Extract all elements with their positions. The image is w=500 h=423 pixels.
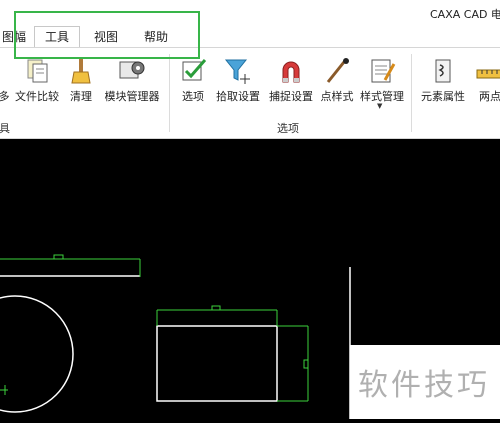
- module-manager-icon: [119, 61, 145, 79]
- ribbon-panel: 多 文件比较 清理 模块管理器 选项 拾取设置 捕捉设置 点样式 样式管理 ▼ …: [0, 47, 500, 139]
- group-separator: [169, 54, 170, 132]
- tool-label: 清理: [70, 90, 92, 103]
- module-manager-button[interactable]: 模块管理器: [100, 52, 164, 112]
- title-bar: CAXA CAD 电: [0, 0, 500, 24]
- snap-settings-button[interactable]: 捕捉设置: [265, 52, 317, 112]
- watermark-text: 软件技巧: [358, 368, 490, 403]
- tab-help[interactable]: 帮助: [134, 27, 178, 47]
- point-style-icon: [326, 58, 349, 83]
- group-separator: [411, 54, 412, 132]
- tool-icon: [0, 52, 12, 86]
- options-check-icon: [182, 59, 207, 81]
- style-manager-icon: [371, 59, 396, 83]
- element-property-button[interactable]: 元素属性: [416, 52, 470, 112]
- tab-view[interactable]: 视图: [84, 27, 128, 47]
- tool-label: 拾取设置: [216, 90, 260, 103]
- tool-label: 点样式: [320, 90, 354, 103]
- pick-settings-button[interactable]: 拾取设置: [212, 52, 264, 112]
- options-group-label: 选项: [277, 122, 299, 135]
- tab-sheet[interactable]: 图幅: [0, 27, 36, 47]
- file-compare-icon: [27, 59, 48, 83]
- pick-filter-icon: [224, 59, 250, 84]
- tab-tools[interactable]: 工具: [34, 26, 81, 47]
- element-property-icon: [435, 59, 451, 83]
- tool-label: 多: [0, 90, 10, 103]
- tool-label: 元素属性: [421, 90, 465, 103]
- file-compare-button[interactable]: 文件比较: [12, 52, 62, 112]
- tool-button-partial[interactable]: 多: [0, 52, 12, 112]
- app-title: CAXA CAD 电: [430, 8, 500, 21]
- tool-label: 选项: [182, 90, 204, 103]
- tool-label: 文件比较: [15, 90, 59, 103]
- ribbon-tab-strip: 图幅 工具 视图 帮助: [0, 24, 500, 48]
- tools-group-label: 具: [0, 122, 10, 135]
- tool-label: 捕捉设置: [269, 90, 313, 103]
- ruler-icon: [476, 69, 500, 79]
- clean-icon: [71, 58, 91, 84]
- clean-button[interactable]: 清理: [66, 52, 96, 112]
- point-style-button[interactable]: 点样式: [318, 52, 356, 112]
- chevron-down-icon[interactable]: ▼: [377, 102, 382, 110]
- tool-label: 模块管理器: [104, 90, 160, 103]
- options-button[interactable]: 选项: [176, 52, 210, 112]
- two-point-measure-button[interactable]: 两点: [473, 52, 500, 112]
- tool-label: 两点: [479, 90, 500, 103]
- snap-magnet-icon: [282, 61, 300, 83]
